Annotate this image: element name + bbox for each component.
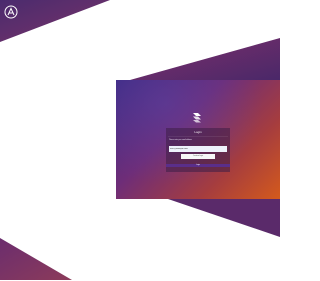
bottom-right-band bbox=[168, 199, 280, 237]
bottom-left-band bbox=[0, 238, 72, 280]
login-footer-bar[interactable]: Login bbox=[166, 164, 230, 167]
login-title: Login bbox=[194, 130, 202, 134]
card-divider bbox=[168, 136, 228, 137]
right-band bbox=[130, 38, 280, 80]
stacked-chevron-logo-icon bbox=[192, 110, 202, 123]
login-card: Login Please enter your email address Co… bbox=[166, 128, 230, 172]
login-screen-window: Login Please enter your email address Co… bbox=[116, 80, 280, 199]
email-field[interactable] bbox=[169, 146, 227, 152]
a-arrow-logo-icon bbox=[4, 5, 18, 19]
email-hint: Please enter your email address bbox=[169, 140, 192, 141]
continue-button[interactable]: Continue login bbox=[181, 154, 215, 159]
a-arrow-logo-icon bbox=[260, 262, 274, 276]
